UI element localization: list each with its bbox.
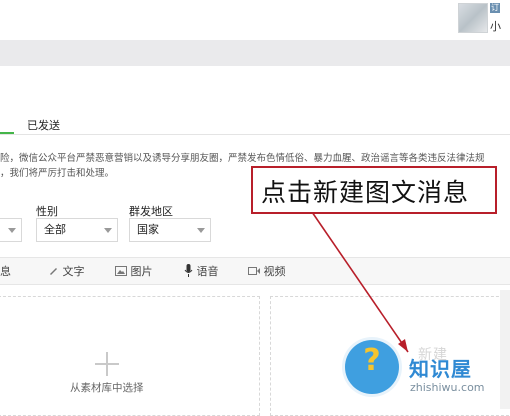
gender-select-value: 全部 — [44, 223, 66, 236]
region-label: 群发地区 — [129, 205, 173, 218]
image-icon — [115, 266, 127, 276]
tab-text[interactable]: 文字 — [48, 263, 85, 279]
tab-video[interactable]: 视频 — [248, 263, 286, 279]
plus-icon-vertical — [106, 352, 108, 376]
choose-from-library-label[interactable]: 从素材库中选择 — [70, 380, 144, 395]
header-band — [0, 40, 510, 66]
tab-image[interactable]: 图片 — [115, 263, 153, 279]
tab-sent[interactable]: 已发送 — [27, 117, 60, 133]
tab-text-label: 文字 — [62, 265, 85, 278]
chevron-down-icon — [197, 228, 205, 233]
pencil-icon — [50, 268, 57, 275]
chevron-down-icon — [8, 228, 16, 233]
tab-voice[interactable]: 语音 — [184, 263, 219, 279]
top-bar — [0, 0, 510, 40]
question-mark-bulb-icon: ? — [363, 343, 381, 378]
annotation-callout: 点击新建图文消息 — [251, 166, 497, 214]
tabs-divider — [0, 134, 510, 135]
notice-text-line-2: ，我们将严厉打击和处理。 — [0, 168, 115, 179]
notice-text-line-1: 险，微信公众平台严禁恶意营销以及诱导分享朋友圈，严禁发布色情低俗、暴力血腥、政治… — [0, 153, 485, 164]
tab-voice-label: 语音 — [196, 265, 219, 278]
tab-video-label: 视频 — [263, 265, 286, 278]
chevron-down-icon — [104, 228, 112, 233]
avatar[interactable] — [458, 3, 488, 33]
avatar-badge: 订 — [490, 3, 500, 13]
watermark-title: 知识屋 — [409, 357, 472, 381]
group-select[interactable] — [0, 218, 22, 242]
microphone-icon — [184, 264, 193, 277]
region-select[interactable]: 国家 — [129, 218, 211, 242]
gender-select[interactable]: 全部 — [36, 218, 118, 242]
user-name[interactable]: 小 — [490, 18, 501, 34]
video-icon — [248, 267, 260, 275]
tab-image-label: 图片 — [130, 265, 153, 278]
region-select-value: 国家 — [137, 223, 159, 236]
tab-news[interactable]: 息 — [0, 263, 11, 279]
gender-label: 性别 — [36, 205, 58, 218]
watermark-subtitle: zhishiwu.com — [410, 381, 485, 394]
choose-from-library-area[interactable] — [0, 296, 260, 416]
scrollbar[interactable] — [500, 290, 510, 409]
annotation-callout-text: 点击新建图文消息 — [261, 178, 470, 207]
